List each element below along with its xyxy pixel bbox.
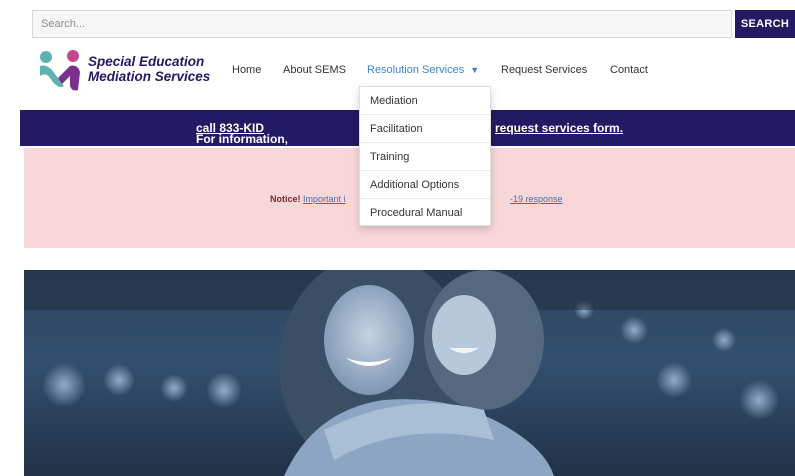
nav-resolution-services[interactable]: Resolution Services ▼: [367, 64, 479, 76]
logo-mark-icon: [40, 50, 80, 91]
hero-photo: [24, 270, 795, 476]
notice-link[interactable]: Important i: [303, 194, 346, 204]
resolution-services-dropdown: Mediation Facilitation Training Addition…: [359, 86, 491, 226]
search-input[interactable]: [32, 10, 732, 38]
logo-text: Special Education Mediation Services: [88, 54, 216, 84]
nav-about[interactable]: About SEMS: [283, 64, 346, 76]
nav-request-services[interactable]: Request Services: [501, 64, 587, 76]
nav-resolution-label: Resolution Services: [367, 64, 465, 76]
hero-image: [24, 270, 795, 476]
nav-home[interactable]: Home: [232, 64, 261, 76]
search-button[interactable]: SEARCH: [735, 10, 795, 38]
dropdown-item-additional-options[interactable]: Additional Options: [360, 171, 490, 199]
dropdown-item-procedural-manual[interactable]: Procedural Manual: [360, 199, 490, 227]
request-form-link[interactable]: request services form.: [495, 121, 623, 135]
dropdown-item-training[interactable]: Training: [360, 143, 490, 171]
info-bar-text: For information,: [196, 132, 288, 146]
search-bar: SEARCH: [32, 10, 795, 38]
chevron-down-icon: ▼: [470, 65, 480, 75]
logo-line-1: Special Education: [88, 54, 205, 69]
nav-contact[interactable]: Contact: [610, 64, 648, 76]
logo-line-2: Mediation Services: [88, 69, 211, 84]
dropdown-item-mediation[interactable]: Mediation: [360, 87, 490, 115]
covid-response-link[interactable]: -19 response: [510, 194, 563, 204]
site-logo[interactable]: Special Education Mediation Services: [36, 48, 216, 94]
notice-label: Notice!: [270, 194, 301, 204]
dropdown-item-facilitation[interactable]: Facilitation: [360, 115, 490, 143]
